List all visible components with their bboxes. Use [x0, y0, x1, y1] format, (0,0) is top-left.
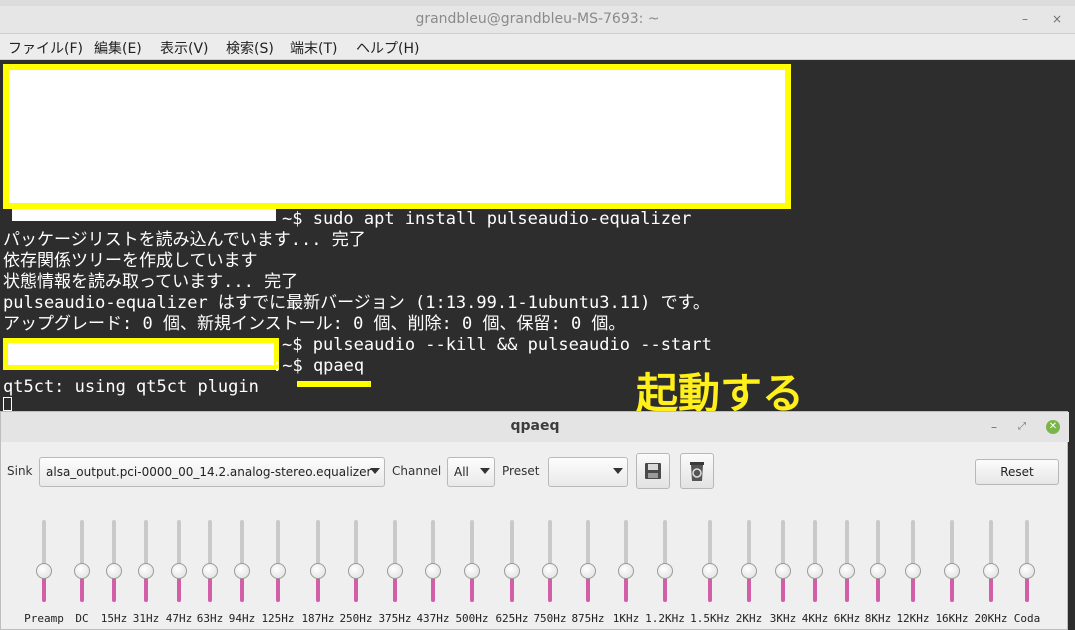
slider-fill [708, 577, 712, 602]
terminal-line-restart: ~$ pulseaudio --kill && pulseaudio --sta… [282, 335, 712, 355]
slider-fill [876, 577, 880, 602]
floppy-save-icon [645, 463, 661, 479]
channel-select[interactable]: All [447, 457, 495, 487]
band-label: Coda [1013, 612, 1041, 625]
close-icon[interactable]: × [1050, 12, 1064, 26]
chevron-down-icon [480, 468, 490, 474]
slider-fill [276, 577, 280, 602]
chevron-down-icon [370, 468, 380, 474]
slider-fill [586, 577, 590, 602]
preset-label: Preset [502, 464, 540, 478]
menu-search[interactable]: 検索(S) [226, 38, 274, 58]
slider-fill [431, 577, 435, 602]
qpaeq-toolbar: Sink alsa_output.pci-0000_00_14.2.analog… [1, 442, 1069, 502]
slider-fill [950, 577, 954, 602]
slider-fill [663, 577, 667, 602]
slider-handle[interactable] [1019, 563, 1035, 579]
slider-fill [1025, 577, 1029, 602]
redacted-prompt-highlight [3, 338, 279, 370]
slider-handle[interactable] [657, 563, 673, 579]
slider-fill [144, 577, 148, 602]
slider-handle[interactable] [504, 563, 520, 579]
band-slider-coda[interactable]: Coda [997, 502, 1057, 630]
sink-label: Sink [7, 464, 33, 478]
slider-fill [354, 577, 358, 602]
terminal-line: アップグレード: 0 個、新規インストール: 0 個、削除: 0 個、保留: 0… [3, 314, 626, 334]
qpaeq-title: qpaeq [510, 418, 560, 434]
terminal-menubar: ファイル(F) 編集(E) 表示(V) 検索(S) 端末(T) ヘルプ(H) [0, 34, 1075, 60]
terminal-line: 状態情報を読み取っています... 完了 [3, 272, 299, 292]
terminal-titlebar[interactable]: grandbleu@grandbleu-MS-7693: ~ – × [0, 6, 1075, 34]
sink-select[interactable]: alsa_output.pci-0000_00_14.2.analog-ster… [39, 457, 385, 487]
slider-handle[interactable] [618, 563, 634, 579]
menu-terminal[interactable]: 端末(T) [290, 38, 337, 58]
minimize-icon[interactable]: – [1018, 12, 1032, 26]
recycle-bin-icon [690, 462, 704, 481]
minimize-icon[interactable]: – [987, 420, 1001, 434]
slider-fill [510, 577, 514, 602]
menu-view[interactable]: 表示(V) [160, 38, 209, 58]
delete-preset-button[interactable] [680, 453, 714, 489]
redacted-prompt [12, 209, 276, 221]
slider-handle[interactable] [425, 563, 441, 579]
slider-fill [747, 577, 751, 602]
menu-help[interactable]: ヘルプ(H) [356, 38, 419, 58]
slider-fill [240, 577, 244, 602]
slider-handle[interactable] [905, 563, 921, 579]
channel-label: Channel [392, 464, 442, 478]
terminal-title: grandbleu@grandbleu-MS-7693: ~ [415, 11, 660, 27]
slider-handle[interactable] [387, 563, 403, 579]
slider-fill [624, 577, 628, 602]
terminal-cursor [3, 397, 12, 411]
terminal-line: qt5ct: using qt5ct plugin [3, 377, 259, 397]
slider-fill [316, 577, 320, 602]
terminal-line: 依存関係ツリーを作成しています [3, 251, 258, 271]
chevron-down-icon [613, 468, 623, 474]
channel-value: All [454, 465, 469, 479]
slider-handle[interactable] [580, 563, 596, 579]
slider-handle[interactable] [36, 563, 52, 579]
slider-fill [393, 577, 397, 602]
close-icon[interactable]: ✕ [1046, 420, 1060, 434]
menu-edit[interactable]: 編集(E) [94, 38, 142, 58]
slider-fill [548, 577, 552, 602]
terminal-line-qpaeq: :~$ qpaeq [272, 356, 365, 376]
qpaeq-window: qpaeq – ⤢ ✕ Sink alsa_output.pci-0000_00… [0, 411, 1069, 630]
slider-handle[interactable] [270, 563, 286, 579]
qpaeq-titlebar[interactable]: qpaeq – ⤢ ✕ [1, 412, 1069, 442]
slider-handle[interactable] [310, 563, 326, 579]
slider-handle[interactable] [542, 563, 558, 579]
reset-button[interactable]: Reset [975, 459, 1059, 485]
slider-handle[interactable] [348, 563, 364, 579]
slider-fill [470, 577, 474, 602]
qpaeq-underline-mark [297, 381, 371, 387]
slider-fill [42, 577, 46, 602]
save-preset-button[interactable] [636, 453, 670, 489]
menu-file[interactable]: ファイル(F) [8, 38, 83, 58]
sink-value: alsa_output.pci-0000_00_14.2.analog-ster… [46, 465, 372, 479]
slider-handle[interactable] [702, 563, 718, 579]
terminal-line: パッケージリストを読み込んでいます... 完了 [3, 230, 366, 250]
maximize-icon[interactable]: ⤢ [1015, 420, 1029, 434]
equalizer-sliders: Preamp DC 15Hz 31Hz 47Hz 63Hz 94Hz 125Hz 187Hz 25… [1, 502, 1069, 630]
slider-handle[interactable] [464, 563, 480, 579]
terminal-line: pulseaudio-equalizer はすでに最新バージョン (1:13.9… [3, 293, 710, 313]
preset-select[interactable] [548, 457, 628, 487]
slider-fill [911, 577, 915, 602]
slider-fill [989, 577, 993, 602]
slider-handle[interactable] [944, 563, 960, 579]
terminal-line-apt-install: ~$ sudo apt install pulseaudio-equalizer [282, 209, 692, 229]
redacted-region-highlight [3, 64, 791, 209]
